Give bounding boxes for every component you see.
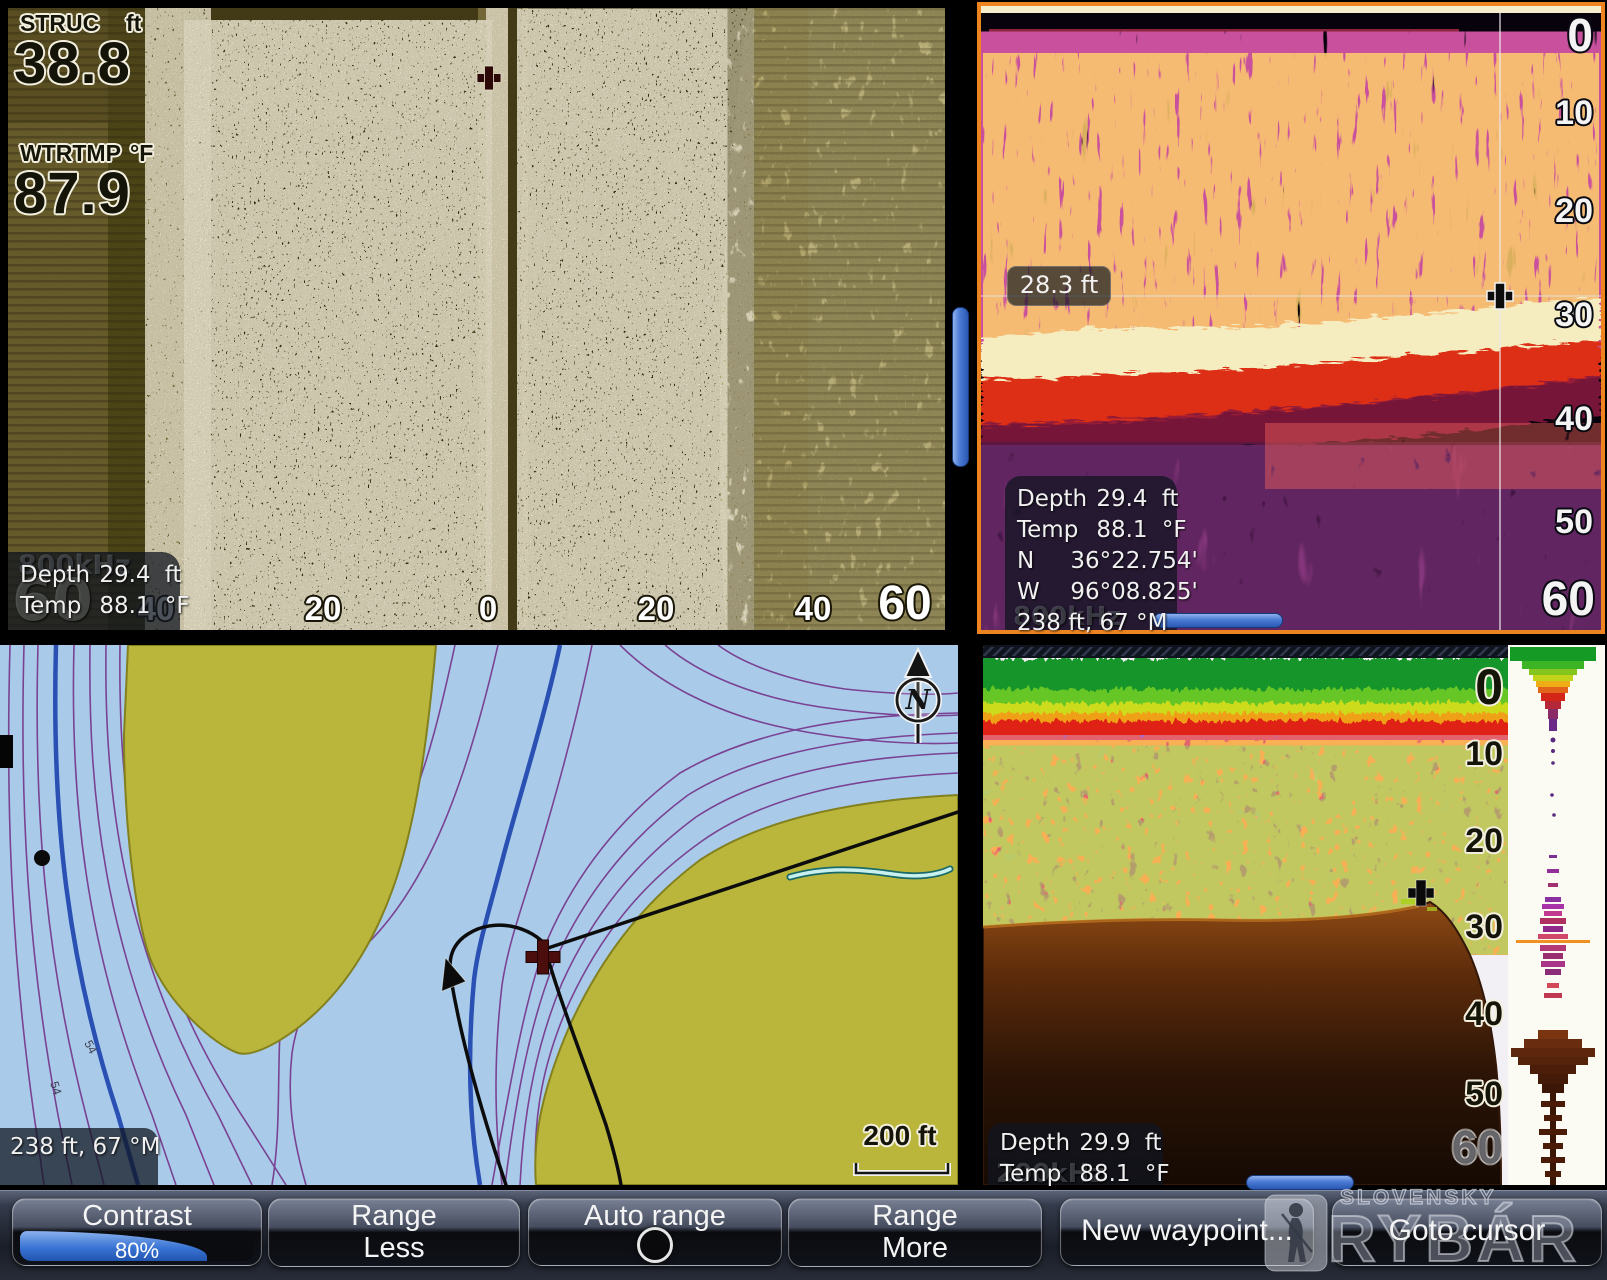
panel-sonar[interactable]: 0 10 20 30 40 50 60 200kHz Depth 29.9 ft…: [983, 645, 1605, 1185]
toolbar: Contrast 80% Range Less Auto range Range…: [0, 1190, 1607, 1280]
sonar-info-box: 200kHz Depth 29.9 ft Temp 88.1 °F: [988, 1123, 1163, 1185]
depth-tick: 40: [1555, 400, 1593, 439]
temp-label: Temp: [1005, 515, 1087, 546]
chart-position-label: 238 ft, 67 °M: [0, 1134, 160, 1160]
chart-scale-label: 200 ft: [850, 1120, 950, 1152]
range-tick: 20: [621, 590, 691, 628]
new-waypoint-label: New waypoint...: [1081, 1214, 1293, 1247]
depth-value: 29.9: [1079, 1130, 1130, 1156]
depth-value: 29.4: [1096, 486, 1147, 512]
contrast-button[interactable]: Contrast 80%: [12, 1198, 262, 1266]
range-tick: 20: [288, 590, 358, 628]
range-tick: 40: [778, 590, 848, 628]
range-tick: 0: [453, 590, 523, 628]
depth-tick: 20: [1555, 192, 1593, 231]
temp-label: Temp: [988, 1159, 1070, 1190]
depth-tick: 0: [1567, 8, 1593, 62]
depth-unit: ft: [1162, 486, 1179, 512]
depth-tick: 20: [1465, 822, 1503, 861]
goto-cursor-label: Goto cursor: [1389, 1214, 1546, 1247]
temp-label: Temp: [8, 591, 90, 622]
latitude-value: 36°22.754': [1070, 548, 1198, 574]
cursor-depth-flag: 28.3 ft: [1007, 266, 1111, 306]
contrast-label: Contrast: [82, 1200, 192, 1232]
auto-range-radio[interactable]: [637, 1227, 673, 1263]
edge-notch: [0, 735, 13, 768]
panel-sidescan[interactable]: STRUC ft 38.8 WTRTMP °F 87.9 40 20 0 20 …: [8, 8, 945, 630]
panel-downscan[interactable]: 28.3 ft 0 10 20 30 40 50 60 800kHz Depth…: [977, 2, 1605, 634]
fishfinder-screen: STRUC ft 38.8 WTRTMP °F 87.9 40 20 0 20 …: [0, 0, 1607, 1280]
temp-value: 88.1: [1079, 1161, 1130, 1187]
struc-value: 38.8: [14, 30, 131, 97]
latitude-label: N: [1005, 546, 1061, 577]
sonar-scrollbar[interactable]: [1246, 1175, 1354, 1190]
depth-tick: 0: [1475, 658, 1503, 716]
depth-tick-max: 60: [1542, 572, 1595, 627]
position-distance-bearing: 238 ft, 67 °M: [1005, 610, 1167, 636]
sidescan-sonar-image: [8, 8, 945, 630]
depth-unit: ft: [165, 562, 182, 588]
auto-range-label: Auto range: [584, 1200, 726, 1232]
temp-unit: °F: [1145, 1161, 1170, 1187]
depth-tick: 30: [1465, 908, 1503, 947]
panel-chart[interactable]: N 54 54 238 ft, 67 °M 200 ft: [0, 645, 958, 1185]
chart-map-image: N 54 54: [0, 645, 958, 1185]
wtrtmp-value: 87.9: [14, 160, 131, 227]
range-tick-max: 60: [870, 576, 940, 631]
depth-tick: 10: [1555, 94, 1593, 133]
sidescan-info-box: 800kHz 60 Depth 29.4 ft Temp 88.1 °F: [8, 552, 180, 630]
temp-value: 88.1: [99, 593, 150, 619]
depth-unit: ft: [1145, 1130, 1162, 1156]
chart-position-box: 238 ft, 67 °M: [0, 1128, 158, 1185]
ascope-column: [1508, 645, 1605, 1185]
depth-tick: 10: [1465, 735, 1503, 774]
temp-unit: °F: [165, 593, 190, 619]
depth-label: Depth: [988, 1128, 1070, 1159]
range-less-button[interactable]: Range Less: [268, 1198, 520, 1267]
downscan-info-box: 800kHz Depth 29.4 ft Temp 88.1 °F N 36°2…: [1005, 476, 1177, 630]
contrast-slider[interactable]: 80%: [20, 1231, 254, 1261]
depth-tick: 50: [1555, 503, 1593, 542]
north-label: N: [905, 685, 932, 716]
range-less-line2: Less: [269, 1232, 519, 1264]
wtrtmp-unit: °F: [130, 140, 153, 167]
range-more-button[interactable]: Range More: [788, 1198, 1042, 1267]
depth-label: Depth: [8, 560, 90, 591]
temp-unit: °F: [1162, 517, 1187, 543]
depth-tick: 40: [1465, 995, 1503, 1034]
new-waypoint-button[interactable]: New waypoint...: [1060, 1198, 1314, 1266]
range-more-line2: More: [789, 1232, 1041, 1264]
temp-value: 88.1: [1096, 517, 1147, 543]
range-more-line1: Range: [789, 1200, 1041, 1232]
contrast-value: 80%: [20, 1234, 254, 1261]
depth-tick: 30: [1555, 296, 1593, 335]
chart-point-marker: [34, 850, 50, 866]
auto-range-button[interactable]: Auto range: [528, 1198, 782, 1266]
range-less-line1: Range: [269, 1200, 519, 1232]
depth-tick-max: 60: [1452, 1120, 1503, 1174]
sonar-image: [983, 645, 1605, 1185]
longitude-label: W: [1005, 577, 1061, 608]
goto-cursor-button[interactable]: Goto cursor: [1332, 1198, 1602, 1266]
sidescan-scrollbar[interactable]: [952, 307, 969, 467]
depth-label: Depth: [1005, 484, 1087, 515]
longitude-value: 96°08.825': [1070, 579, 1198, 605]
depth-tick: 50: [1465, 1075, 1503, 1114]
depth-value: 29.4: [99, 562, 150, 588]
